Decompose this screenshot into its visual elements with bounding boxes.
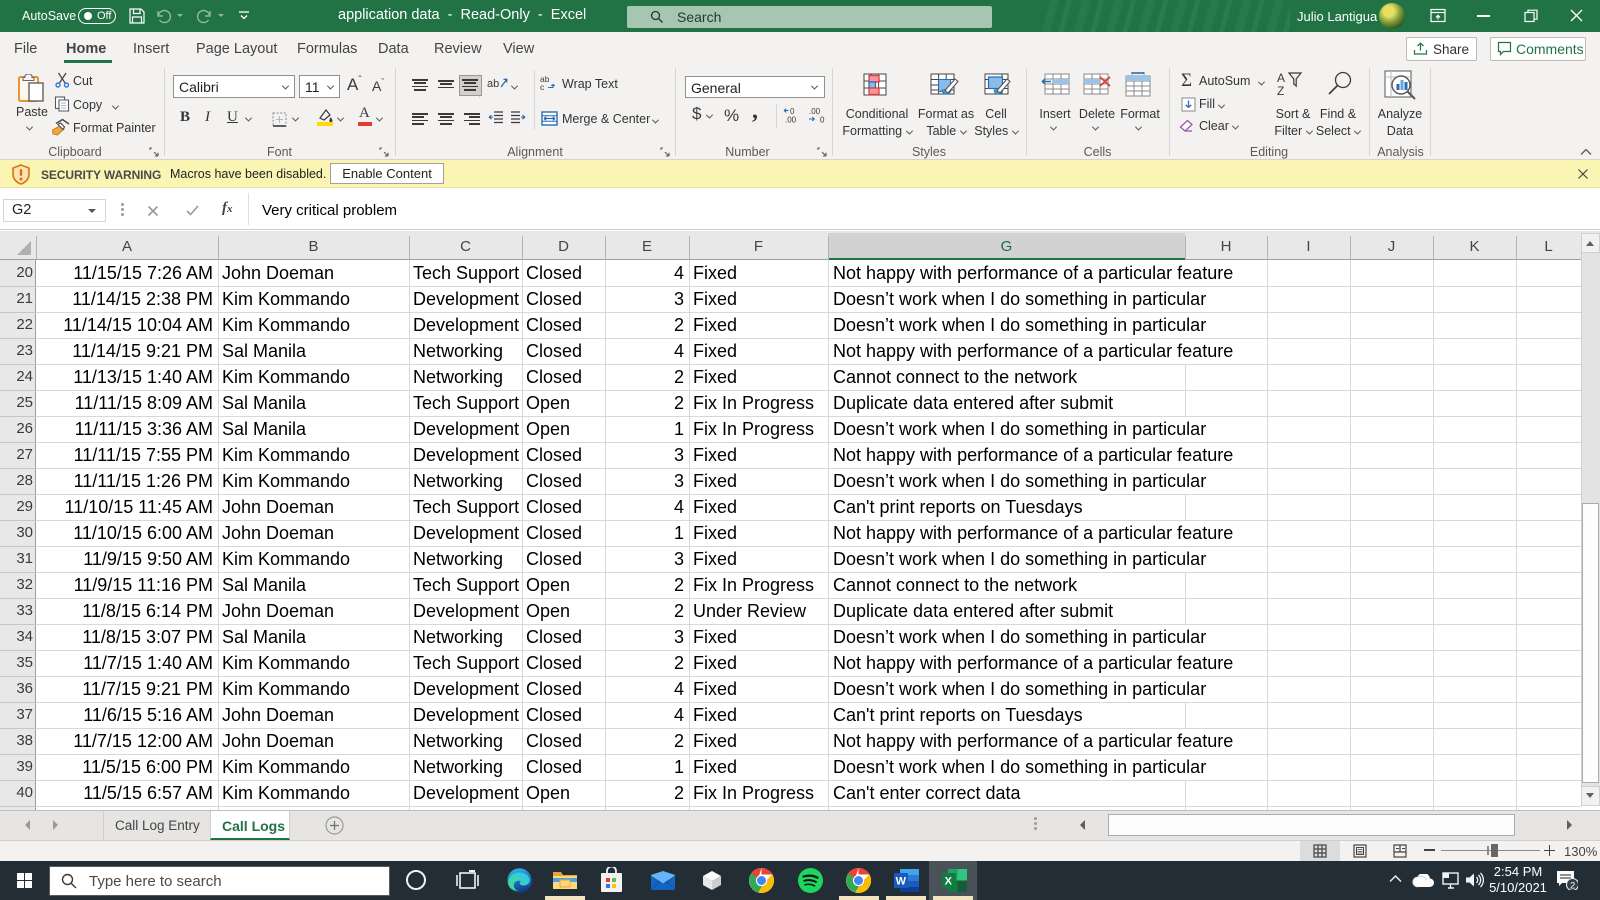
svg-text:.00: .00 — [809, 107, 821, 116]
svg-text:0: 0 — [820, 116, 825, 125]
svg-text:.00: .00 — [785, 116, 797, 125]
svg-text:W: W — [896, 876, 907, 888]
svg-text:2: 2 — [1570, 880, 1575, 890]
svg-text:ab: ab — [487, 78, 499, 90]
svg-text:Z: Z — [1277, 84, 1284, 97]
svg-text:A: A — [1277, 71, 1285, 85]
svg-text:X: X — [945, 876, 953, 888]
